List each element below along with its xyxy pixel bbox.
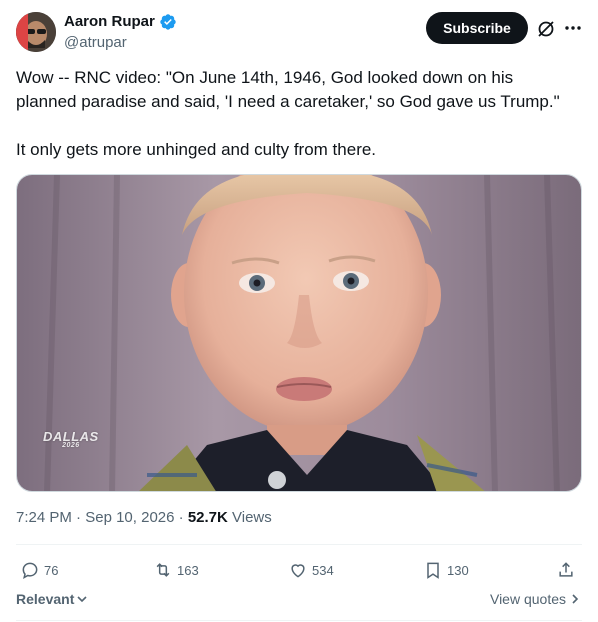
chevron-right-icon xyxy=(572,594,579,604)
author-handle[interactable]: @atrupar xyxy=(64,33,127,53)
bookmark-count: 130 xyxy=(447,562,469,578)
tweet-media-image[interactable]: DALLAS 2026 xyxy=(16,174,582,492)
sort-replies-dropdown[interactable]: Relevant xyxy=(16,591,88,607)
retweet-button[interactable]: 163 xyxy=(153,556,199,584)
view-quotes-label: View quotes xyxy=(489,591,566,607)
tweet-meta: 7:24 PM · Sep 10, 2026 · 52.7K Views xyxy=(16,508,272,528)
avatar[interactable] xyxy=(16,12,56,52)
reply-icon xyxy=(22,562,38,579)
tweet-paragraph: Wow -- RNC video: "On June 14th, 1946, G… xyxy=(16,68,560,111)
share-button[interactable] xyxy=(556,556,576,584)
tweet-paragraph: It only gets more unhinged and culty fro… xyxy=(16,140,377,159)
action-bar: 76 163 534 130 xyxy=(16,556,582,584)
share-icon xyxy=(559,562,573,577)
avatar-image xyxy=(16,12,56,52)
retweet-count: 163 xyxy=(177,562,199,578)
subscribe-button[interactable]: Subscribe xyxy=(426,12,528,44)
views-label: Views xyxy=(232,509,272,526)
author-name-row[interactable]: Aaron Rupar xyxy=(64,12,177,32)
bookmark-icon xyxy=(427,562,439,579)
heart-icon xyxy=(291,564,305,578)
dallas-watermark-logo: DALLAS 2026 xyxy=(43,429,99,449)
reply-button[interactable]: 76 xyxy=(20,556,58,584)
tweet-time[interactable]: 7:24 PM xyxy=(16,509,72,526)
like-button[interactable]: 534 xyxy=(288,556,334,584)
tweet-text: Wow -- RNC video: "On June 14th, 1946, G… xyxy=(16,66,576,162)
retweet-icon xyxy=(156,563,170,577)
view-quotes-link[interactable]: View quotes xyxy=(490,591,580,607)
grok-icon[interactable] xyxy=(536,19,556,39)
sort-label: Relevant xyxy=(16,591,75,607)
meta-separator: · xyxy=(76,509,82,526)
views-count[interactable]: 52.7K xyxy=(188,509,228,526)
more-options-icon[interactable] xyxy=(562,18,584,38)
chevron-down-icon xyxy=(77,596,87,603)
verified-badge-icon[interactable] xyxy=(159,13,177,31)
divider xyxy=(16,620,582,621)
divider xyxy=(16,544,582,545)
tweet-date[interactable]: Sep 10, 2026 xyxy=(85,509,174,526)
bookmark-button[interactable]: 130 xyxy=(423,556,469,584)
like-count: 534 xyxy=(312,562,334,578)
meta-separator: · xyxy=(178,509,184,526)
tweet-card: Aaron Rupar @atrupar Subscribe Wow -- RN… xyxy=(0,0,598,622)
reply-count: 76 xyxy=(44,562,59,578)
author-display-name[interactable]: Aaron Rupar xyxy=(64,12,155,32)
